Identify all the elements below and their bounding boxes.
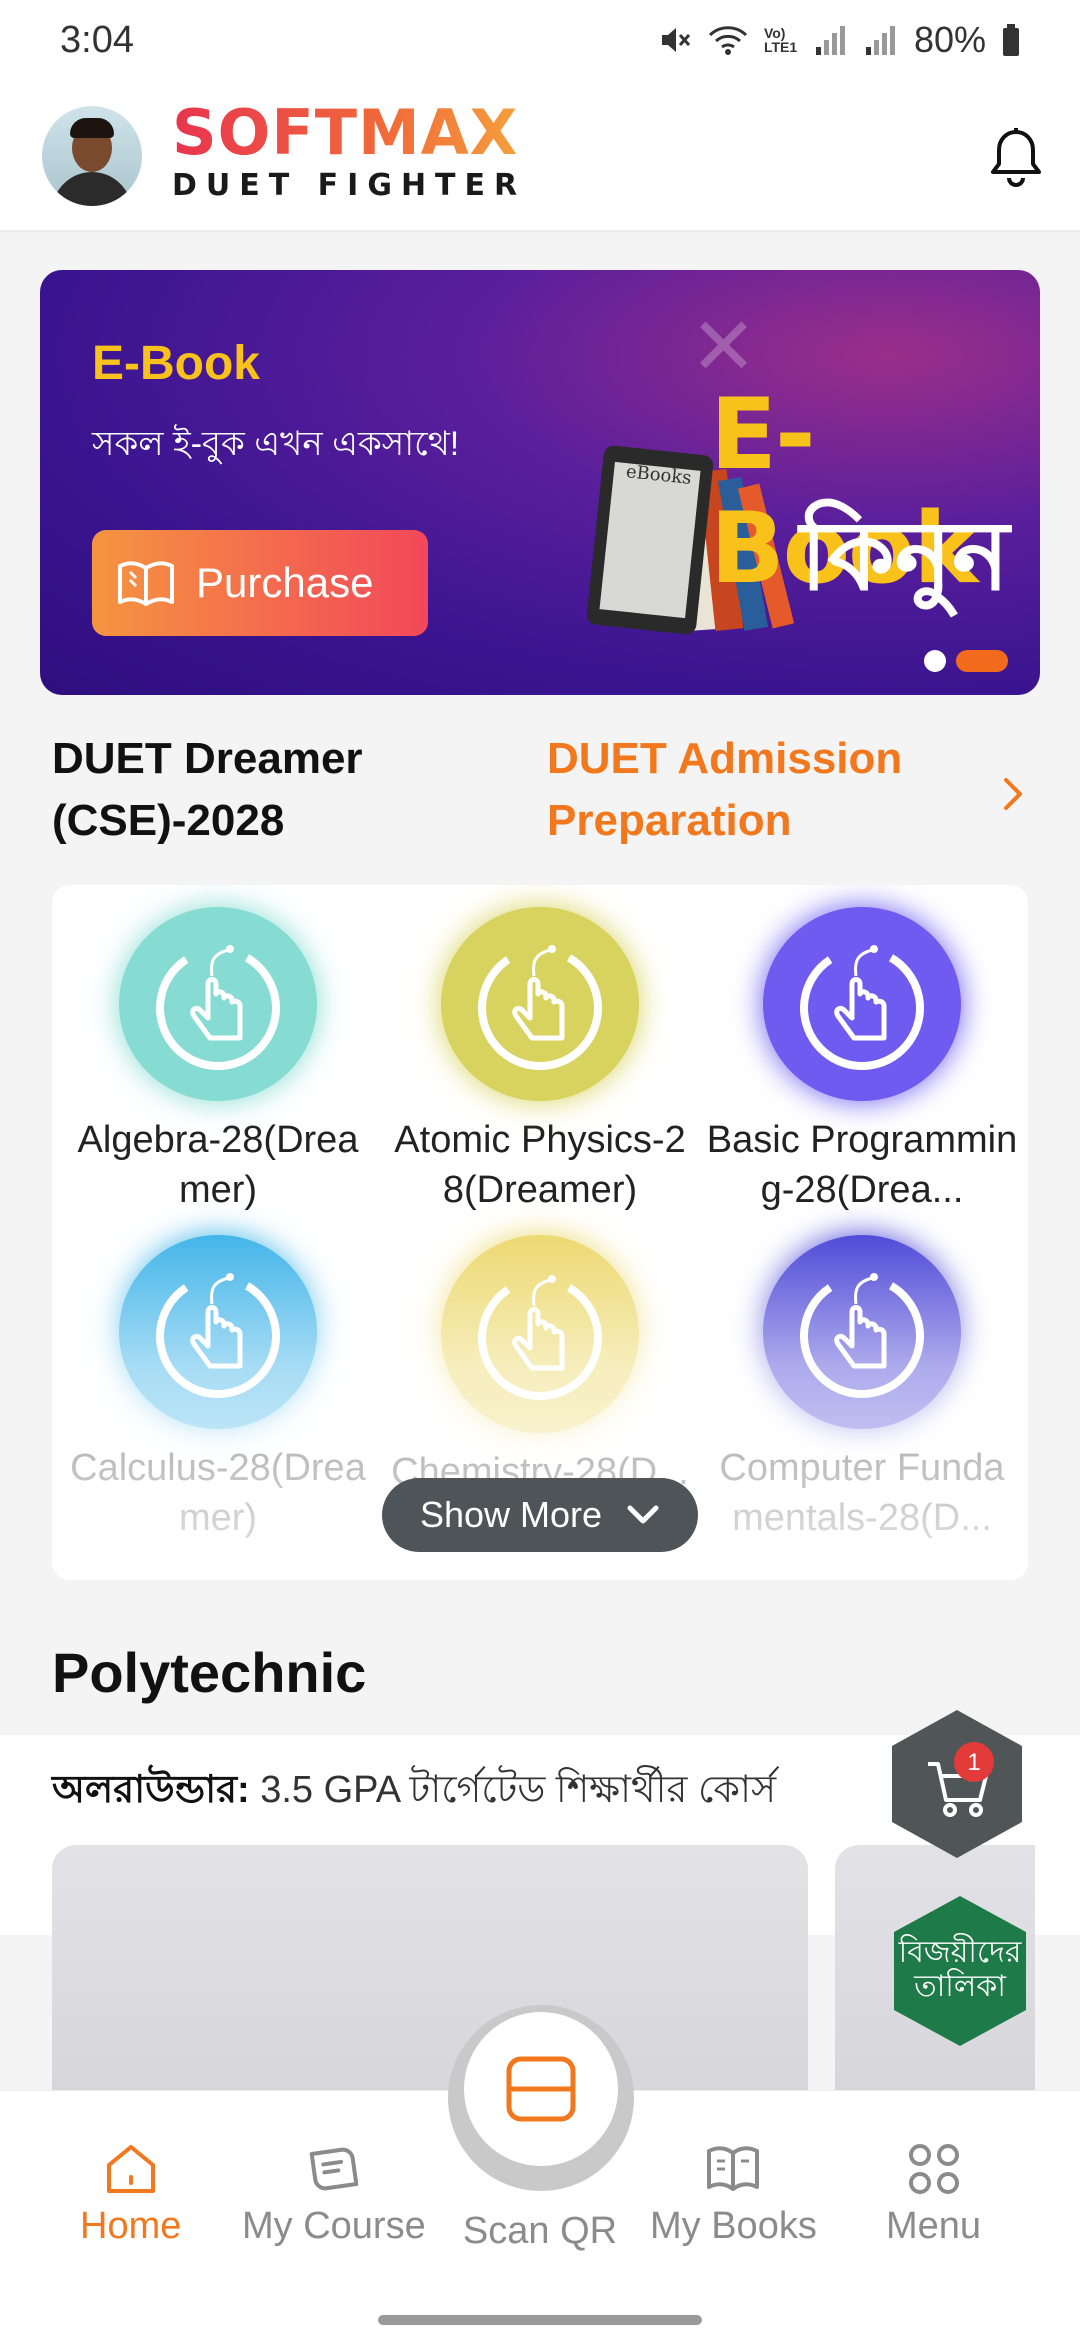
course-title: Atomic Physics-28(Dreamer)	[394, 1119, 686, 1211]
brand-name: SOFTMAX	[172, 100, 526, 166]
nav-menu[interactable]: Menu	[886, 2141, 981, 2248]
purchase-button[interactable]: Purchase	[92, 530, 428, 636]
chevron-right-icon[interactable]	[996, 774, 1032, 814]
touch-icon	[478, 945, 602, 1070]
grid-menu-icon	[908, 2144, 959, 2194]
promo-banner[interactable]: ✕ E-Book সকল ই-বুক এখন একসাথে! Purchase …	[40, 270, 1040, 695]
signal-icon-2	[865, 26, 895, 55]
nav-my-books[interactable]: My Books	[650, 2141, 817, 2248]
signal-icon	[815, 26, 845, 55]
winners-label: বিজয়ীদের তালিকা	[898, 1936, 1022, 2003]
course-title: Calculus-28(Dreamer)	[70, 1447, 366, 1539]
chevron-down-icon	[627, 1505, 659, 1524]
course-item[interactable]: Atomic Physics-28(Dreamer)	[384, 907, 696, 1215]
course-item[interactable]: Computer Fundamentals-28(D...	[706, 1235, 1018, 1543]
banner-subtitle: সকল ই-বুক এখন একসাথে!	[92, 425, 460, 463]
bell-icon[interactable]	[986, 126, 1046, 190]
nav-home[interactable]: Home	[80, 2141, 181, 2248]
winners-list-button[interactable]: বিজয়ীদের তালিকা	[890, 1892, 1030, 2050]
polytechnic-subtitle: অলরাউন্ডার: 3.5 GPA টার্গেটেড শিক্ষার্থী…	[52, 1760, 776, 1824]
course-icon	[119, 1235, 317, 1429]
battery-text: 80%	[913, 19, 986, 60]
carousel-dot-active[interactable]	[956, 650, 1008, 672]
cart-badge-count: 1	[967, 1749, 980, 1776]
course-icon	[441, 1235, 639, 1433]
polytechnic-subtitle-bold: অলরাউন্ডার:	[52, 1769, 250, 1811]
home-icon	[106, 2145, 155, 2193]
book-icon	[707, 2146, 760, 2191]
touch-icon	[800, 1273, 924, 1398]
course-section-header: DUET Dreamer (CSE)-2028 DUET Admission P…	[52, 728, 1032, 858]
course-title: Basic Programming-28(Drea...	[706, 1119, 1018, 1211]
nav-scan-qr-label: Scan QR	[462, 2210, 618, 2252]
purchase-label: Purchase	[196, 559, 374, 606]
course-title: Computer Fundamentals-28(D...	[719, 1447, 1005, 1539]
touch-icon	[156, 1273, 280, 1398]
touch-icon	[800, 945, 924, 1070]
banner-graphic-subtitle: কিনুন	[800, 503, 1010, 610]
course-item[interactable]: Algebra-28(Dreamer)	[62, 907, 374, 1215]
scan-qr-button[interactable]	[464, 2012, 618, 2166]
polytechnic-subtitle-text: 3.5 GPA টার্গেটেড শিক্ষার্থীর কোর্স	[249, 1769, 777, 1811]
polytechnic-title: Polytechnic	[52, 1641, 367, 1704]
course-icon	[763, 1235, 961, 1429]
nav-my-course-label: My Course	[242, 2205, 426, 2247]
touch-icon	[156, 945, 280, 1070]
scan-icon	[506, 2056, 576, 2122]
status-time: 3:04	[60, 18, 134, 61]
home-indicator[interactable]	[378, 2315, 702, 2325]
mute-icon	[661, 28, 691, 52]
status-icons: Vo) LTE1 80%	[658, 19, 1020, 61]
brand-logo: SOFTMAX DUET FIGHTER	[172, 100, 527, 204]
course-icon	[441, 907, 639, 1101]
status-bar: 3:04 Vo) LTE1 80%	[0, 0, 1080, 80]
show-more-label: Show More	[419, 1494, 603, 1535]
course-icon	[309, 2147, 359, 2191]
course-icon	[119, 907, 317, 1101]
nav-home-label: Home	[80, 2205, 182, 2247]
banner-title: E-Book	[92, 337, 260, 390]
nav-menu-label: Menu	[886, 2205, 982, 2247]
wifi-icon	[708, 26, 747, 55]
cart-button[interactable]: 1	[888, 1706, 1026, 1862]
course-item[interactable]: Basic Programming-28(Drea...	[706, 907, 1018, 1215]
course-grid: Algebra-28(Dreamer) Atomic Physics-28(Dre…	[52, 907, 1028, 1543]
show-more-button[interactable]: Show More	[382, 1478, 698, 1552]
nav-my-books-label: My Books	[650, 2205, 817, 2247]
course-icon	[763, 907, 961, 1101]
app-header: SOFTMAX DUET FIGHTER	[0, 80, 1080, 232]
course-item[interactable]: Calculus-28(Dreamer)	[62, 1235, 374, 1543]
program-link[interactable]: DUET Admission Preparation	[547, 728, 927, 852]
open-book-icon	[118, 561, 174, 606]
carousel-dot[interactable]	[924, 650, 946, 672]
avatar[interactable]	[42, 106, 142, 206]
touch-icon	[478, 1275, 602, 1400]
battery-icon	[1003, 24, 1019, 56]
carousel-indicator	[924, 650, 1008, 672]
lte-label: Vo) LTE1	[763, 25, 798, 55]
batch-name: DUET Dreamer (CSE)-2028	[52, 734, 363, 845]
nav-my-course[interactable]: My Course	[242, 2141, 426, 2248]
courses-card: Algebra-28(Dreamer) Atomic Physics-28(Dre…	[52, 885, 1028, 1580]
course-title: Algebra-28(Dreamer)	[77, 1119, 359, 1211]
brand-tagline: DUET FIGHTER	[172, 168, 527, 203]
